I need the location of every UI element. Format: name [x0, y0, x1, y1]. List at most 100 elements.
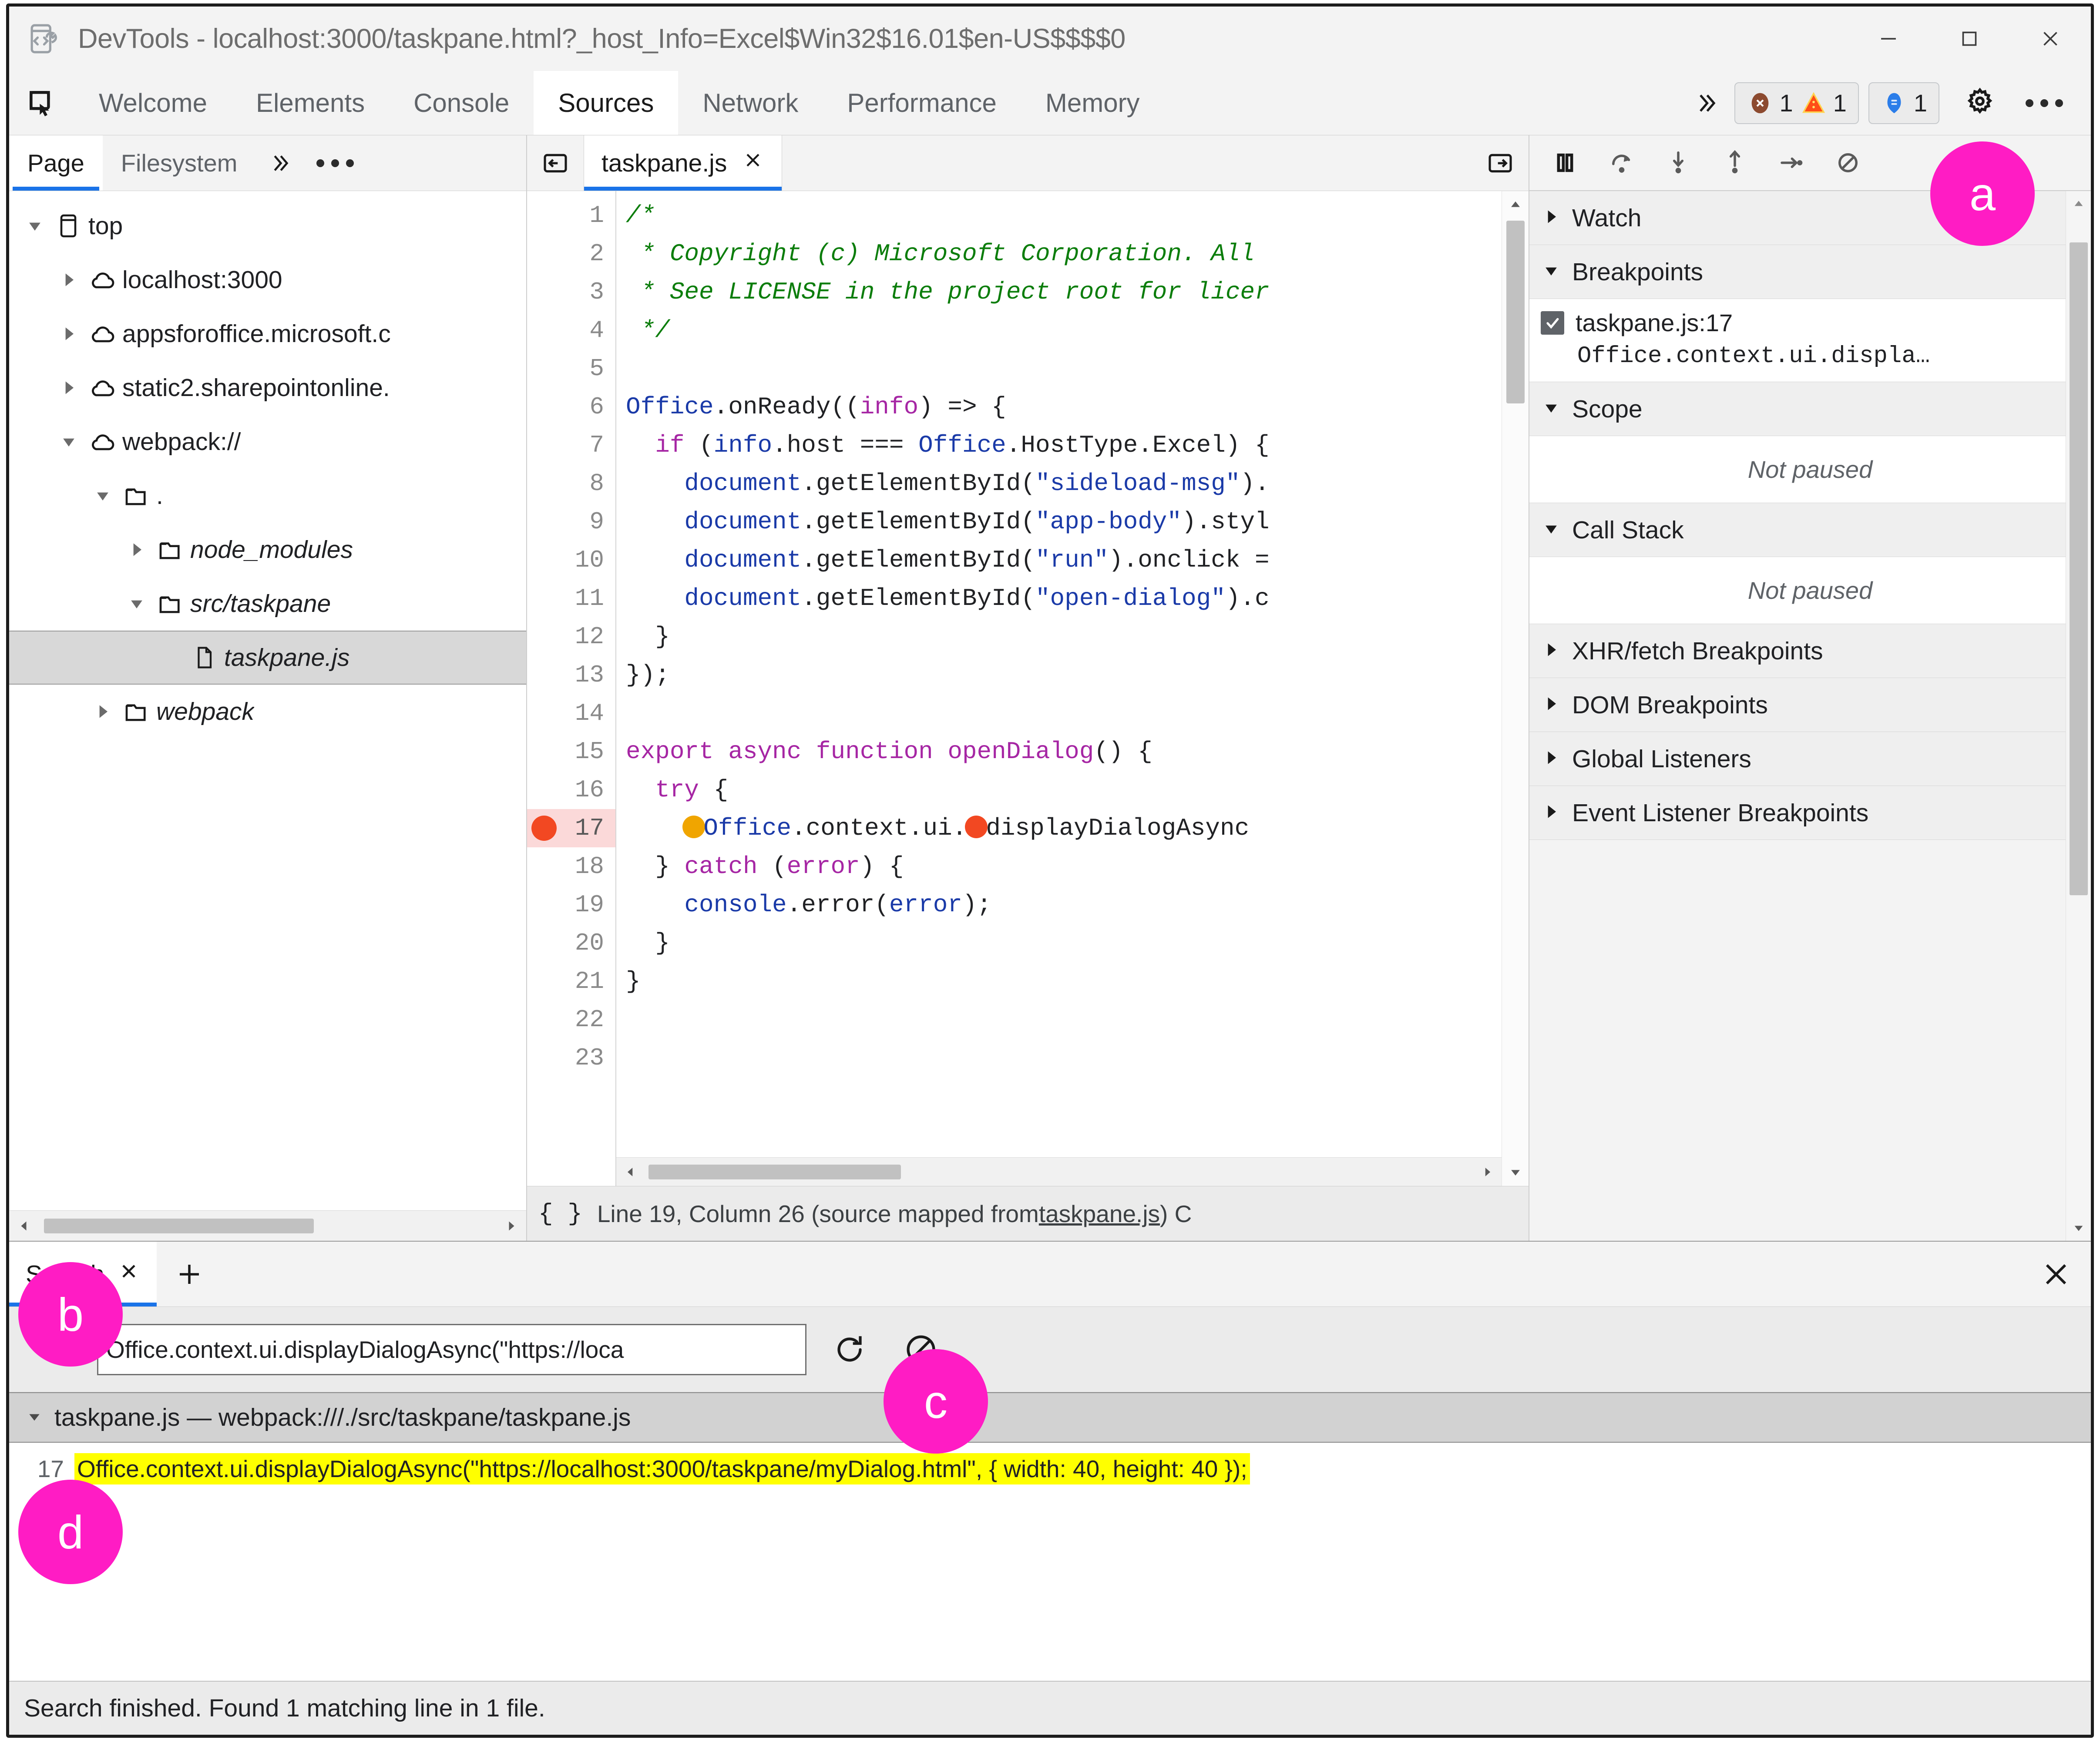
- twisty-down-icon[interactable]: [55, 432, 82, 451]
- line-number[interactable]: 13: [527, 656, 615, 694]
- debugger-vertical-scrollbar[interactable]: [2066, 191, 2091, 1241]
- scroll-down-arrow-icon[interactable]: [2072, 1216, 2086, 1241]
- navigator-more-options-icon[interactable]: [304, 135, 366, 191]
- code-line[interactable]: /*: [626, 196, 1529, 235]
- pretty-print-icon[interactable]: { }: [527, 1200, 597, 1228]
- editor-tab-close-icon[interactable]: [742, 149, 764, 178]
- twisty-down-icon[interactable]: [123, 594, 150, 613]
- step-icon[interactable]: [1765, 135, 1818, 190]
- line-number[interactable]: 16: [527, 771, 615, 809]
- code-line[interactable]: export async function openDialog() {: [626, 732, 1529, 771]
- line-number[interactable]: 22: [527, 1001, 615, 1039]
- code-line[interactable]: [626, 1039, 1529, 1077]
- twisty-down-icon[interactable]: [1542, 516, 1561, 544]
- twisty-right-icon[interactable]: [123, 540, 150, 559]
- code-line[interactable]: }: [626, 962, 1529, 1001]
- close-drawer-icon[interactable]: [2021, 1242, 2091, 1306]
- step-into-next-function-call-icon[interactable]: [1652, 135, 1704, 190]
- code-line[interactable]: }: [626, 924, 1529, 962]
- tree-item[interactable]: webpack: [9, 685, 526, 739]
- tab-elements[interactable]: Elements: [232, 71, 389, 135]
- tree-item[interactable]: localhost:3000: [9, 253, 526, 307]
- line-number[interactable]: 3: [527, 273, 615, 311]
- twisty-down-icon[interactable]: [21, 216, 48, 235]
- code-line[interactable]: document.getElementById("open-dialog").c: [626, 579, 1529, 618]
- twisty-right-icon[interactable]: [55, 324, 82, 343]
- step-out-of-current-function-icon[interactable]: [1709, 135, 1761, 190]
- line-number-with-breakpoint[interactable]: 17: [527, 809, 615, 847]
- scroll-left-arrow-icon[interactable]: [9, 1218, 40, 1234]
- twisty-right-icon[interactable]: [1542, 204, 1561, 232]
- code-line[interactable]: * See LICENSE in the project root for li…: [626, 273, 1529, 311]
- twisty-right-icon[interactable]: [55, 378, 82, 397]
- deactivate-breakpoints-icon[interactable]: [1822, 135, 1874, 190]
- scroll-down-arrow-icon[interactable]: [1508, 1159, 1523, 1186]
- code-line[interactable]: try {: [626, 771, 1529, 809]
- debugger-section-header[interactable]: XHR/fetch Breakpoints: [1529, 624, 2091, 678]
- code-content[interactable]: /* * Copyright (c) Microsoft Corporation…: [616, 191, 1529, 1186]
- line-number[interactable]: 9: [527, 503, 615, 541]
- navigator-horizontal-scrollbar[interactable]: [9, 1210, 526, 1241]
- scroll-up-arrow-icon[interactable]: [2072, 191, 2086, 216]
- navigator-more-tabs-chevron-icon[interactable]: [255, 135, 304, 191]
- error-warning-badge-group[interactable]: 1 1: [1734, 82, 1859, 124]
- line-number[interactable]: 6: [527, 388, 615, 426]
- tab-welcome[interactable]: Welcome: [74, 71, 232, 135]
- twisty-right-icon[interactable]: [1542, 691, 1561, 719]
- tree-item[interactable]: src/taskpane: [9, 577, 526, 631]
- breakpoint-item[interactable]: taskpane.js:17 Office.context.ui.displa…: [1529, 299, 2091, 382]
- debugger-section-header[interactable]: Call Stack: [1529, 503, 2091, 557]
- code-vertical-scrollbar[interactable]: [1502, 191, 1529, 1186]
- code-line[interactable]: } catch (error) {: [626, 847, 1529, 886]
- tree-item[interactable]: webpack://: [9, 415, 526, 469]
- line-number[interactable]: 18: [527, 847, 615, 886]
- debugger-sections[interactable]: Watch Breakpoints taskpane.js:17 Office.con…: [1529, 191, 2091, 1241]
- breakpoint-checkbox[interactable]: [1541, 311, 1564, 335]
- code-line[interactable]: * Copyright (c) Microsoft Corporation. A…: [626, 235, 1529, 273]
- code-line[interactable]: if (info.host === Office.HostType.Excel)…: [626, 426, 1529, 464]
- search-result-group-header[interactable]: taskpane.js — webpack:///./src/taskpane/…: [9, 1392, 2091, 1443]
- issues-badge-group[interactable]: 1: [1868, 82, 1939, 124]
- code-line[interactable]: Office.context.ui. displayDialogAsync: [626, 809, 1529, 847]
- line-number[interactable]: 15: [527, 732, 615, 771]
- line-number[interactable]: 11: [527, 579, 615, 618]
- collapse-twisty-icon[interactable]: [26, 1403, 43, 1432]
- tree-item[interactable]: top: [9, 199, 526, 253]
- more-tabs-chevron-icon[interactable]: [1678, 90, 1734, 117]
- search-result-list[interactable]: 17 Office.context.ui.displayDialogAsync("…: [9, 1443, 2091, 1681]
- code-line[interactable]: document.getElementById("run").onclick =: [626, 541, 1529, 579]
- tree-item[interactable]: .: [9, 469, 526, 523]
- scroll-thumb[interactable]: [648, 1164, 901, 1179]
- line-number[interactable]: 19: [527, 886, 615, 924]
- error-badge[interactable]: 1: [1747, 89, 1793, 117]
- search-input[interactable]: [97, 1323, 806, 1375]
- resume-script-execution-icon[interactable]: [1539, 135, 1591, 190]
- scroll-up-arrow-icon[interactable]: [1508, 191, 1523, 218]
- scroll-thumb[interactable]: [44, 1218, 314, 1233]
- debugger-section-header[interactable]: Global Listeners: [1529, 732, 2091, 786]
- code-line[interactable]: }: [626, 618, 1529, 656]
- tab-performance[interactable]: Performance: [823, 71, 1021, 135]
- customize-and-control-menu-icon[interactable]: [2011, 99, 2078, 107]
- twisty-right-icon[interactable]: [1542, 637, 1561, 665]
- search-refresh-icon[interactable]: [821, 1321, 878, 1378]
- source-tree[interactable]: top localhost:3000 appsforoffice.microsoft…: [9, 191, 526, 1210]
- code-viewer[interactable]: 1 2 3 4 5 6 7 8 9 10 11 12 13 14 15 16 17 18 19 20 21 22 23 /*…: [527, 191, 1529, 1186]
- scroll-right-arrow-icon[interactable]: [496, 1218, 526, 1234]
- line-number[interactable]: 4: [527, 311, 615, 349]
- add-drawer-tab-icon[interactable]: [157, 1242, 222, 1306]
- twisty-down-icon[interactable]: [89, 486, 116, 505]
- tab-memory[interactable]: Memory: [1021, 71, 1164, 135]
- scroll-right-arrow-icon[interactable]: [1473, 1165, 1502, 1179]
- debugger-section-header[interactable]: DOM Breakpoints: [1529, 678, 2091, 732]
- close-button[interactable]: [2010, 7, 2091, 71]
- twisty-down-icon[interactable]: [1542, 395, 1561, 423]
- code-line[interactable]: [626, 694, 1529, 732]
- editor-tab-taskpane-js[interactable]: taskpane.js: [584, 135, 783, 191]
- minimize-button[interactable]: [1848, 7, 1929, 71]
- debugger-section-header[interactable]: Event Listener Breakpoints: [1529, 786, 2091, 840]
- code-line[interactable]: document.getElementById("sideload-msg").: [626, 464, 1529, 503]
- code-horizontal-scrollbar[interactable]: [616, 1157, 1502, 1186]
- line-number[interactable]: 21: [527, 962, 615, 1001]
- search-result-row[interactable]: 17 Office.context.ui.displayDialogAsync("…: [9, 1448, 2091, 1490]
